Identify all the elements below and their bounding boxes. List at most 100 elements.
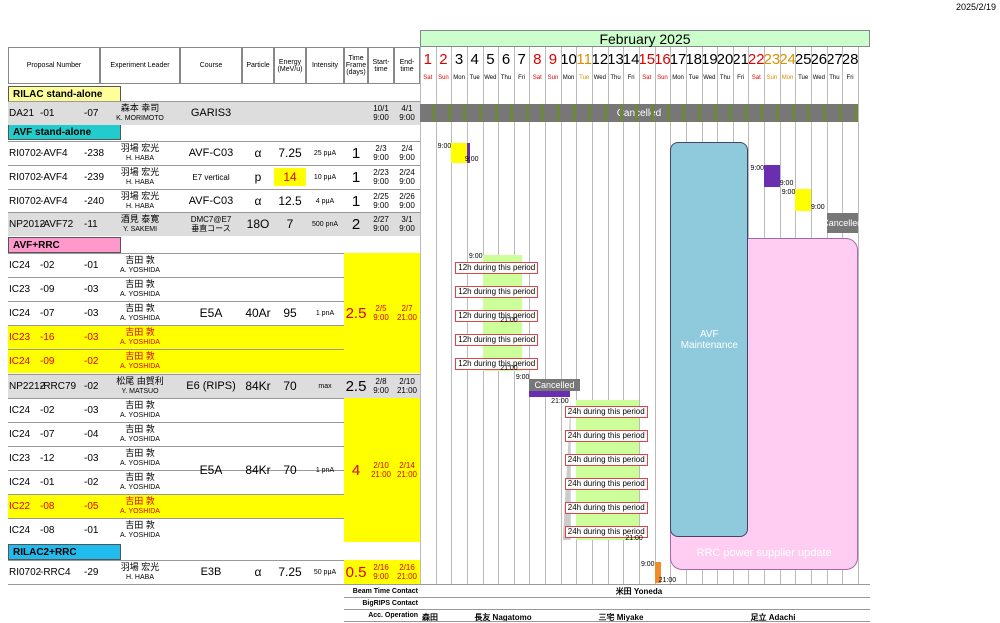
weekday-label: Sat: [642, 74, 652, 81]
proposal-id: IC24: [9, 477, 31, 488]
day-tick: [588, 104, 592, 122]
energy: 95: [283, 306, 297, 320]
day-number: 7: [517, 50, 526, 68]
day-tick: [823, 104, 826, 122]
end-time: 2/16 21:00: [394, 560, 420, 584]
weekday-label: Wed: [593, 74, 606, 81]
weekday-label: Fri: [846, 74, 854, 81]
proposal-id: RI0702: [9, 567, 42, 578]
period-note: 12h during this period: [455, 262, 539, 274]
weekday-label: Mon: [672, 74, 684, 81]
day-number: 16: [654, 50, 671, 68]
period-note: 24h during this period: [564, 478, 648, 490]
course: AVF-C03: [188, 146, 234, 159]
intensity: 500 pnA: [311, 220, 339, 228]
proposal-id: RI0702: [9, 172, 42, 183]
proposal-sub: -08: [40, 501, 55, 512]
day-tick: [729, 104, 733, 122]
proposal-sub: -AVF72: [40, 219, 74, 230]
proposal-num: -03: [84, 284, 99, 295]
course: AVF-C03: [188, 194, 234, 207]
time-label: 21:00: [500, 317, 518, 324]
grid-line: [420, 47, 421, 585]
weekday-label: Tue: [798, 74, 809, 81]
beamtime-contact: 米田 Yoneda: [615, 587, 663, 596]
leader-jp: 吉田 敦: [125, 279, 155, 289]
header-proposal: Proposal Number: [8, 47, 100, 84]
day-tick: [650, 104, 654, 122]
proposal-sub: -07: [40, 308, 55, 319]
leader-jp: 羽場 宏光: [120, 562, 160, 572]
header-intensity: Intensity: [306, 47, 344, 84]
leader-jp: 羽場 宏光: [120, 191, 160, 201]
day-number: 27: [826, 50, 843, 68]
time-label: 9:00: [515, 374, 530, 381]
leader-en: H. HABA: [125, 574, 154, 581]
leader-jp: 吉田 敦: [125, 496, 155, 506]
start-time: 2/16 9:00: [368, 560, 394, 584]
weekday-label: Thu: [610, 74, 621, 81]
end-time: 2/14 21:00: [394, 398, 420, 542]
energy: 70: [283, 463, 297, 477]
proposal-sub: -08: [40, 525, 55, 536]
leader-jp: 羽場 宏光: [120, 167, 160, 177]
weekday-label: Tue: [469, 74, 480, 81]
leader-jp: 吉田 敦: [125, 303, 155, 313]
proposal-id: RI0702: [9, 148, 42, 159]
leader-jp: 酒見 泰寛: [120, 214, 160, 224]
leader-en: A. YOSHIDA: [120, 363, 160, 370]
timeframe: 1: [351, 192, 361, 210]
day-tick: [604, 104, 608, 122]
header-particle: Particle: [242, 47, 274, 84]
proposal-sub: -AVF4: [40, 148, 68, 159]
end-time: 2/7 21:00: [394, 253, 420, 373]
beam-bar: [764, 165, 780, 187]
leader-en: A. YOSHIDA: [120, 532, 160, 539]
time-label: 21:00: [500, 365, 518, 372]
day-number: 28: [841, 50, 859, 68]
header-leader: Experiment Leader: [100, 47, 180, 84]
particle: 84Kr: [245, 463, 271, 477]
proposal-num: -07: [84, 108, 99, 119]
start-time: 2/25 9:00: [373, 192, 389, 210]
start-time: 2/3 9:00: [373, 144, 389, 162]
course: E5A: [199, 306, 223, 320]
intensity: 25 pμA: [313, 149, 337, 157]
day-tick: [666, 104, 670, 122]
start-time: 2/8 9:00: [373, 377, 389, 395]
day-number: 2: [439, 50, 448, 68]
bigrips-label: BigRIPS Contact: [362, 600, 418, 607]
day-number: 11: [576, 50, 592, 68]
proposal-sub: -RRC4: [40, 567, 71, 578]
time-label: 21:00: [658, 577, 677, 584]
proposal-id: IC23: [9, 284, 31, 295]
end-time: 2/4 9:00: [399, 144, 415, 162]
day-tick: [572, 104, 576, 122]
proposal-id: IC24: [9, 308, 31, 319]
leader-en: A. YOSHIDA: [120, 315, 160, 322]
particle: α: [254, 565, 262, 579]
ramp: [562, 400, 571, 540]
course: E5A: [199, 463, 223, 477]
leader-jp: 吉田 敦: [125, 448, 155, 458]
leader-en: A. YOSHIDA: [120, 339, 160, 346]
proposal-num: -03: [84, 308, 99, 319]
weekday-label: Mon: [781, 74, 794, 81]
day-tick: [478, 104, 482, 122]
day-tick: [619, 104, 623, 122]
leader-jp: 吉田 敦: [125, 327, 155, 337]
end-time: 4/1 9:00: [399, 104, 415, 122]
particle: 84Kr: [245, 379, 271, 393]
period-note: 12h during this period: [455, 358, 539, 370]
weekday-label: Sun: [657, 74, 668, 81]
section-avf: AVF stand-alone: [8, 124, 121, 140]
day-number: 9: [548, 50, 558, 68]
day-number: 21: [732, 50, 749, 68]
beam-bar: [795, 189, 811, 211]
energy: 7.25: [278, 146, 302, 160]
day-tick: [447, 104, 451, 122]
header-start: Start-time: [368, 47, 394, 84]
intensity: 1 pnA: [315, 466, 335, 474]
proposal-sub: -16: [40, 332, 55, 343]
leader-jp: 吉田 敦: [125, 255, 155, 265]
